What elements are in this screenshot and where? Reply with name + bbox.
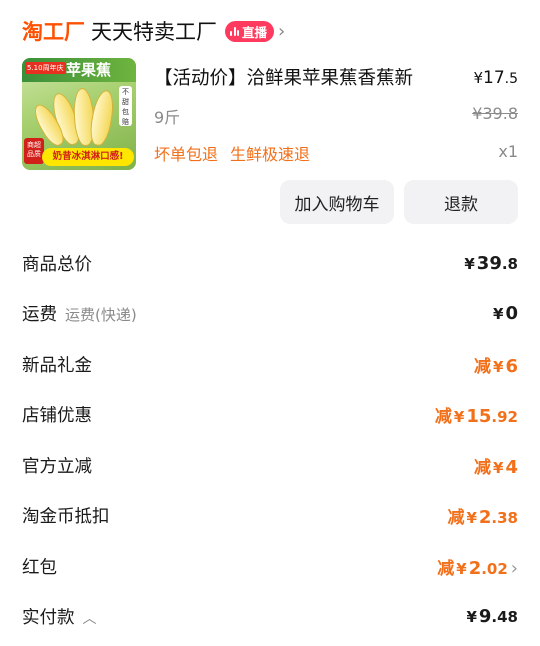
banana-shape bbox=[87, 88, 117, 148]
chevron-up-icon[interactable]: ︿ bbox=[83, 608, 97, 628]
original-price: ¥39.8 bbox=[472, 104, 518, 123]
taogongchang-logo: 淘工厂 bbox=[22, 20, 85, 44]
product-quantity: x1 bbox=[498, 142, 518, 161]
row-value: ¥0 bbox=[493, 303, 518, 325]
chevron-right-icon[interactable]: › bbox=[278, 21, 285, 42]
service-tag: 坏单包退 bbox=[154, 145, 219, 164]
image-side-tag: 不甜包赔 bbox=[119, 86, 132, 126]
row-label: 淘金币抵扣 bbox=[22, 507, 110, 528]
row-value: 减 ¥4 bbox=[474, 456, 518, 478]
summary-row-goods-total: 商品总价 ¥39.8 bbox=[22, 238, 518, 289]
summary-row-official-discount: 官方立减 减 ¥4 bbox=[22, 440, 518, 491]
service-tag: 生鲜极速退 bbox=[230, 145, 311, 164]
image-promo-tag: 5.10周年庆 bbox=[25, 62, 66, 74]
store-header[interactable]: 淘工厂 天天特卖工厂 直播 › bbox=[22, 14, 285, 48]
product-price: ¥17.5 bbox=[473, 68, 518, 88]
row-label: 新品礼金 bbox=[22, 355, 92, 376]
summary-row-store-discount: 店铺优惠 减 ¥15.92 bbox=[22, 390, 518, 441]
summary-row-paid[interactable]: 实付款 ︿ ¥9.48 bbox=[22, 592, 518, 643]
row-label: 官方立减 bbox=[22, 456, 92, 477]
summary-row-red-packet[interactable]: 红包 减 ¥2.02 › bbox=[22, 541, 518, 592]
image-banner-title: 苹果蕉 bbox=[66, 61, 112, 79]
price-summary: 商品总价 ¥39.8 运费 运费(快递) ¥0 新品礼金 减 ¥6 店铺优惠 减 ¥1… bbox=[22, 238, 518, 642]
row-value: 减 ¥6 bbox=[474, 355, 518, 377]
row-value: 减 ¥15.92 bbox=[434, 406, 518, 428]
image-corner-tag: 商超品质 bbox=[24, 138, 44, 164]
row-value: ¥9.48 bbox=[466, 606, 518, 628]
product-title[interactable]: 【活动价】洽鲜果苹果蕉香蕉新 bbox=[154, 64, 413, 90]
row-label: 商品总价 bbox=[22, 254, 92, 275]
row-label: 实付款 bbox=[22, 608, 75, 629]
summary-row-new-gift: 新品礼金 减 ¥6 bbox=[22, 339, 518, 390]
product-image[interactable]: 5.10周年庆 苹果蕉 不甜包赔 商超品质 奶昔冰淇淋口感! bbox=[22, 58, 136, 170]
summary-row-coin-deduction: 淘金币抵扣 减 ¥2.38 bbox=[22, 491, 518, 542]
refund-button[interactable]: 退款 bbox=[404, 180, 518, 224]
live-badge-label: 直播 bbox=[242, 24, 268, 40]
live-bars-icon bbox=[230, 26, 239, 36]
add-to-cart-button[interactable]: 加入购物车 bbox=[280, 180, 394, 224]
row-label: 运费 bbox=[22, 305, 57, 326]
row-sublabel: 运费(快递) bbox=[65, 306, 137, 325]
service-tags: 坏单包退 生鲜极速退 bbox=[154, 141, 310, 165]
row-label: 红包 bbox=[22, 557, 57, 578]
row-value[interactable]: 减 ¥2.02 › bbox=[437, 554, 518, 579]
row-value: ¥39.8 bbox=[464, 252, 518, 274]
live-badge[interactable]: 直播 bbox=[225, 20, 275, 42]
product-spec: 9斤 bbox=[154, 108, 181, 127]
image-slogan: 奶昔冰淇淋口感! bbox=[42, 148, 134, 166]
row-value: 减 ¥2.38 bbox=[447, 507, 518, 529]
row-label: 店铺优惠 bbox=[22, 406, 92, 427]
chevron-right-icon[interactable]: › bbox=[511, 558, 518, 579]
summary-row-shipping: 运费 运费(快递) ¥0 bbox=[22, 289, 518, 340]
store-name[interactable]: 天天特卖工厂 bbox=[91, 16, 217, 46]
